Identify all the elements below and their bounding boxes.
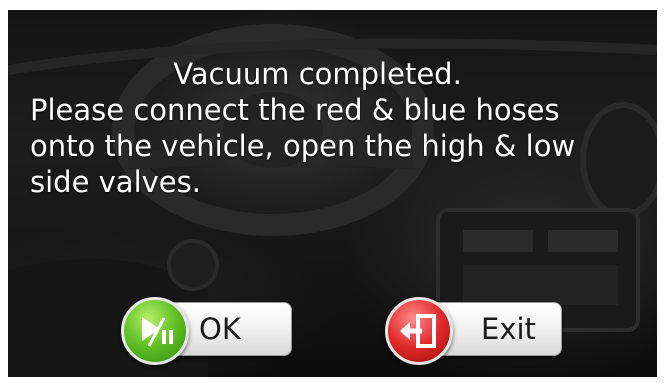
ok-button[interactable]: OK bbox=[121, 297, 292, 365]
dialog-line-3: side valves. bbox=[30, 165, 201, 199]
dialog-line-2: onto the vehicle, open the high & low bbox=[30, 129, 576, 163]
exit-door-icon bbox=[385, 297, 453, 365]
dialog-message: Vacuum completed. Please connect the red… bbox=[30, 56, 650, 200]
dialog-screen: Vacuum completed. Please connect the red… bbox=[8, 10, 657, 377]
dialog-title: Vacuum completed. bbox=[173, 57, 462, 91]
exit-button[interactable]: Exit bbox=[385, 297, 562, 365]
dialog-line-1: Please connect the red & blue hoses bbox=[30, 93, 560, 127]
play-pause-icon bbox=[121, 297, 189, 365]
ok-button-label: OK bbox=[199, 312, 241, 346]
exit-button-label: Exit bbox=[481, 312, 536, 346]
